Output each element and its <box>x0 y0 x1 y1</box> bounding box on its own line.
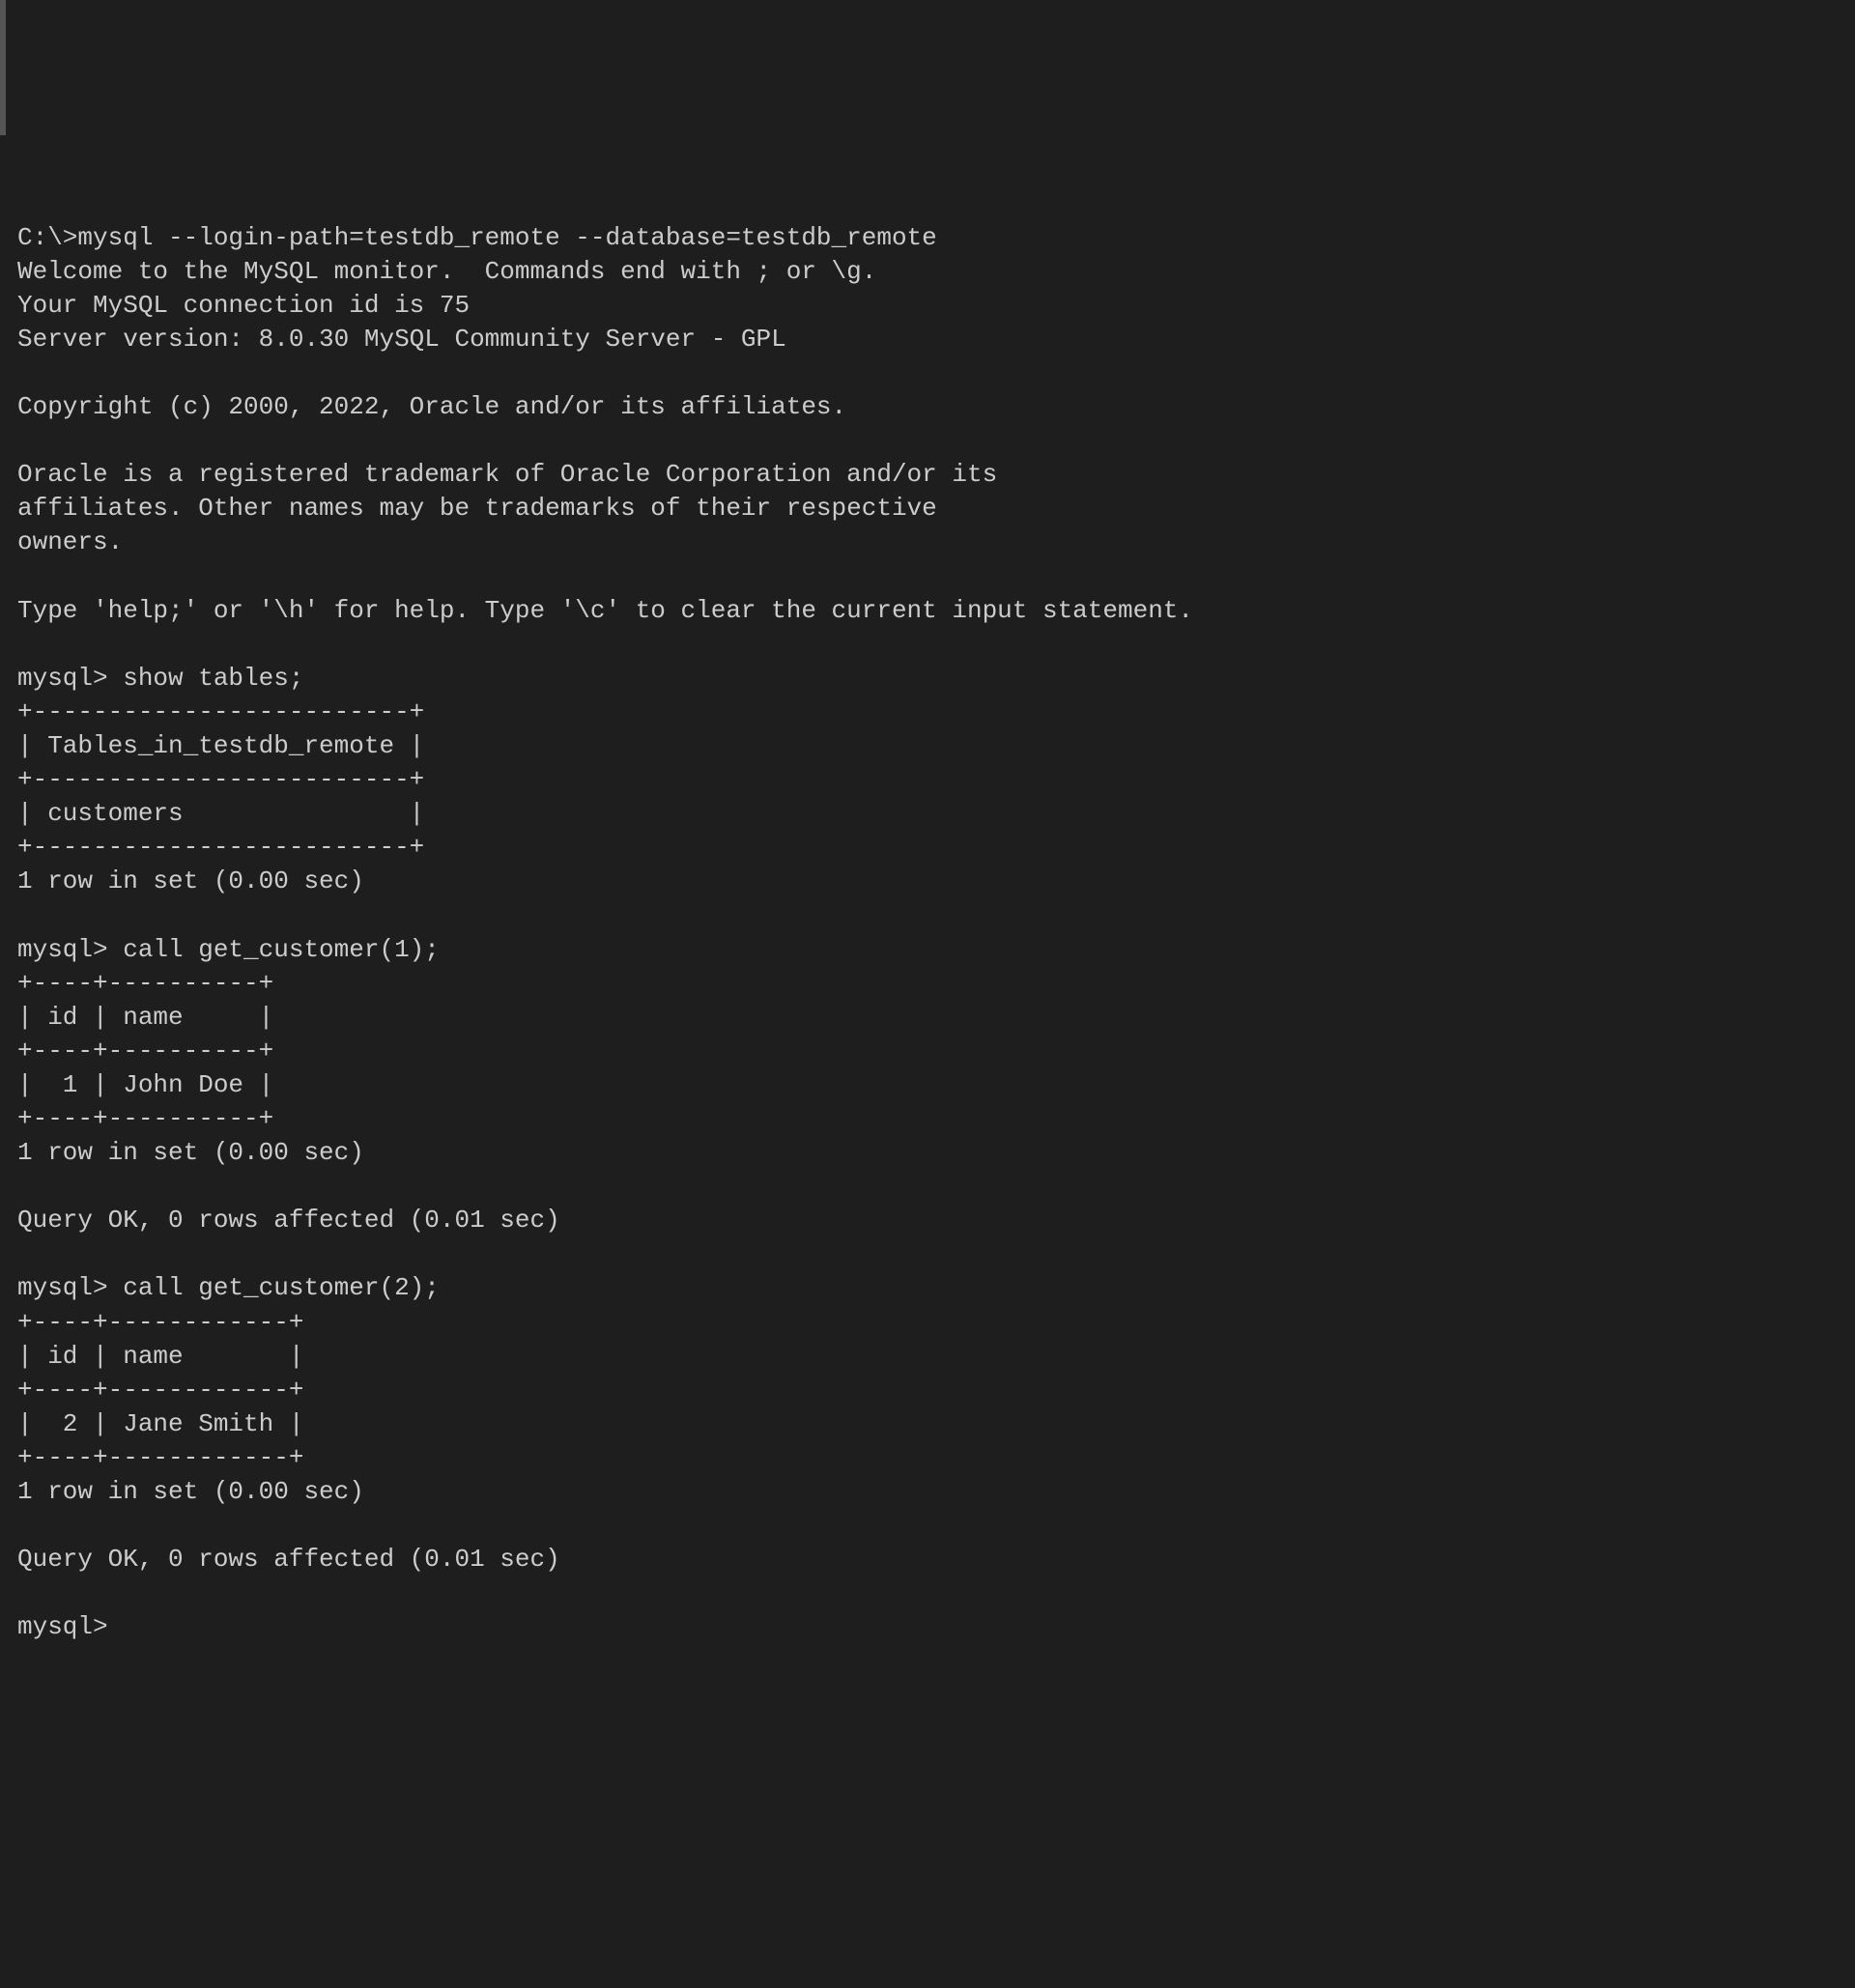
terminal-line: Server version: 8.0.30 MySQL Community S… <box>17 323 1838 356</box>
terminal-line <box>17 1237 1838 1271</box>
terminal-line: Welcome to the MySQL monitor. Commands e… <box>17 255 1838 289</box>
terminal-line: +-------------------------+ <box>17 696 1838 729</box>
terminal-line: | Tables_in_testdb_remote | <box>17 729 1838 763</box>
terminal-line: +----+----------+ <box>17 1102 1838 1136</box>
terminal-line: | 2 | Jane Smith | <box>17 1407 1838 1441</box>
terminal-line: 1 row in set (0.00 sec) <box>17 865 1838 898</box>
terminal-line: 1 row in set (0.00 sec) <box>17 1475 1838 1509</box>
terminal-line: mysql> <box>17 1610 1838 1644</box>
terminal-line: Type 'help;' or '\h' for help. Type '\c'… <box>17 594 1838 628</box>
terminal-line: Query OK, 0 rows affected (0.01 sec) <box>17 1543 1838 1576</box>
terminal-line: 1 row in set (0.00 sec) <box>17 1136 1838 1170</box>
terminal-line <box>17 628 1838 662</box>
terminal-line <box>17 1576 1838 1610</box>
terminal-line: mysql> call get_customer(2); <box>17 1271 1838 1305</box>
terminal-line <box>17 1170 1838 1204</box>
terminal-line: Oracle is a registered trademark of Orac… <box>17 458 1838 492</box>
terminal-output[interactable]: C:\>mysql --login-path=testdb_remote --d… <box>17 221 1838 1645</box>
terminal-line: Query OK, 0 rows affected (0.01 sec) <box>17 1204 1838 1237</box>
terminal-line: Copyright (c) 2000, 2022, Oracle and/or … <box>17 390 1838 424</box>
terminal-line: | id | name | <box>17 1001 1838 1035</box>
terminal-line: +----+------------+ <box>17 1441 1838 1475</box>
terminal-line: | id | name | <box>17 1340 1838 1374</box>
terminal-line <box>17 560 1838 594</box>
terminal-line: mysql> call get_customer(1); <box>17 933 1838 967</box>
terminal-line: +----+------------+ <box>17 1374 1838 1407</box>
terminal-line <box>17 356 1838 390</box>
scrollbar-vertical[interactable] <box>0 0 6 135</box>
terminal-line: | 1 | John Doe | <box>17 1068 1838 1102</box>
terminal-line: +----+----------+ <box>17 967 1838 1001</box>
terminal-line <box>17 424 1838 458</box>
terminal-line: owners. <box>17 525 1838 559</box>
terminal-line: affiliates. Other names may be trademark… <box>17 492 1838 525</box>
terminal-line: +-------------------------+ <box>17 831 1838 865</box>
terminal-line: +----+------------+ <box>17 1306 1838 1340</box>
terminal-line <box>17 1509 1838 1543</box>
terminal-line: +-------------------------+ <box>17 763 1838 797</box>
terminal-line: +----+----------+ <box>17 1035 1838 1068</box>
terminal-line <box>17 898 1838 932</box>
terminal-line: mysql> show tables; <box>17 662 1838 696</box>
terminal-line: | customers | <box>17 797 1838 831</box>
terminal-line: Your MySQL connection id is 75 <box>17 289 1838 323</box>
terminal-line: C:\>mysql --login-path=testdb_remote --d… <box>17 221 1838 255</box>
